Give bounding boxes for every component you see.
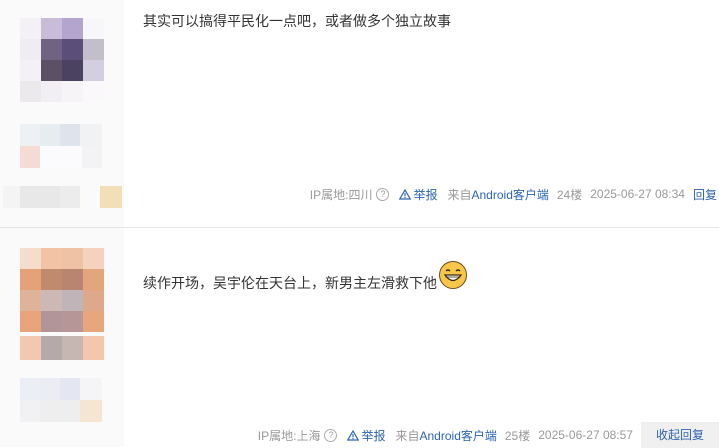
user-level [20,400,102,422]
reply-button[interactable]: 回复 [693,186,717,203]
floor-number: 25楼 [504,428,531,443]
report-button[interactable]: 举报 [347,427,385,444]
warning-icon [347,429,360,441]
client-link[interactable]: Android客户端 [472,188,549,202]
post-tail: IP属地:四川 ? 举报 来自Android客户端 24楼 2025-06-27… [310,184,719,204]
post-text: 续作开场，吴宇伦在天台上，新男主左滑救下他 [143,275,437,291]
post-24: 其实可以搞得平民化一点吧，或者做多个独立故事 IP属地:四川 ? 举报 来自An… [0,0,719,228]
avatar[interactable] [20,248,104,332]
laugh-emoji-icon [439,261,467,289]
client-prefix: 来自 [447,187,472,202]
post-time: 2025-06-27 08:57 [538,428,633,442]
warning-icon [399,188,412,200]
post-tail: IP属地:上海 ? 举报 来自Android客户端 25楼 2025-06-27… [257,422,719,448]
user-level [20,146,102,168]
author-sidebar [0,0,124,227]
ip-location: IP属地:上海 [257,428,321,443]
floor-number: 24楼 [556,187,583,202]
author-sidebar [0,228,124,447]
avatar[interactable] [20,18,104,102]
username[interactable] [3,186,122,208]
report-label: 举报 [413,187,438,202]
client-link[interactable]: Android客户端 [420,429,497,443]
client-info: 来自Android客户端 [395,427,496,444]
help-icon[interactable]: ? [376,187,390,201]
collapse-reply-button[interactable]: 收起回复 [640,422,719,448]
post-25: 续作开场，吴宇伦在天台上，新男主左滑救下他 IP属地:上海 ? 举报 来自And… [0,228,719,448]
post-time: 2025-06-27 08:34 [590,187,685,201]
avatar-lower [20,336,104,360]
report-label: 举报 [361,428,386,443]
client-prefix: 来自 [395,428,420,443]
post-content: 续作开场，吴宇伦在天台上，新男主左滑救下他 [143,261,709,294]
client-info: 来自Android客户端 [447,186,548,203]
report-button[interactable]: 举报 [399,186,437,203]
user-badges [20,378,102,400]
user-badges [20,124,102,146]
ip-location: IP属地:四川 [309,187,373,202]
help-icon[interactable]: ? [324,428,338,442]
post-content: 其实可以搞得平民化一点吧，或者做多个独立故事 [143,13,451,29]
